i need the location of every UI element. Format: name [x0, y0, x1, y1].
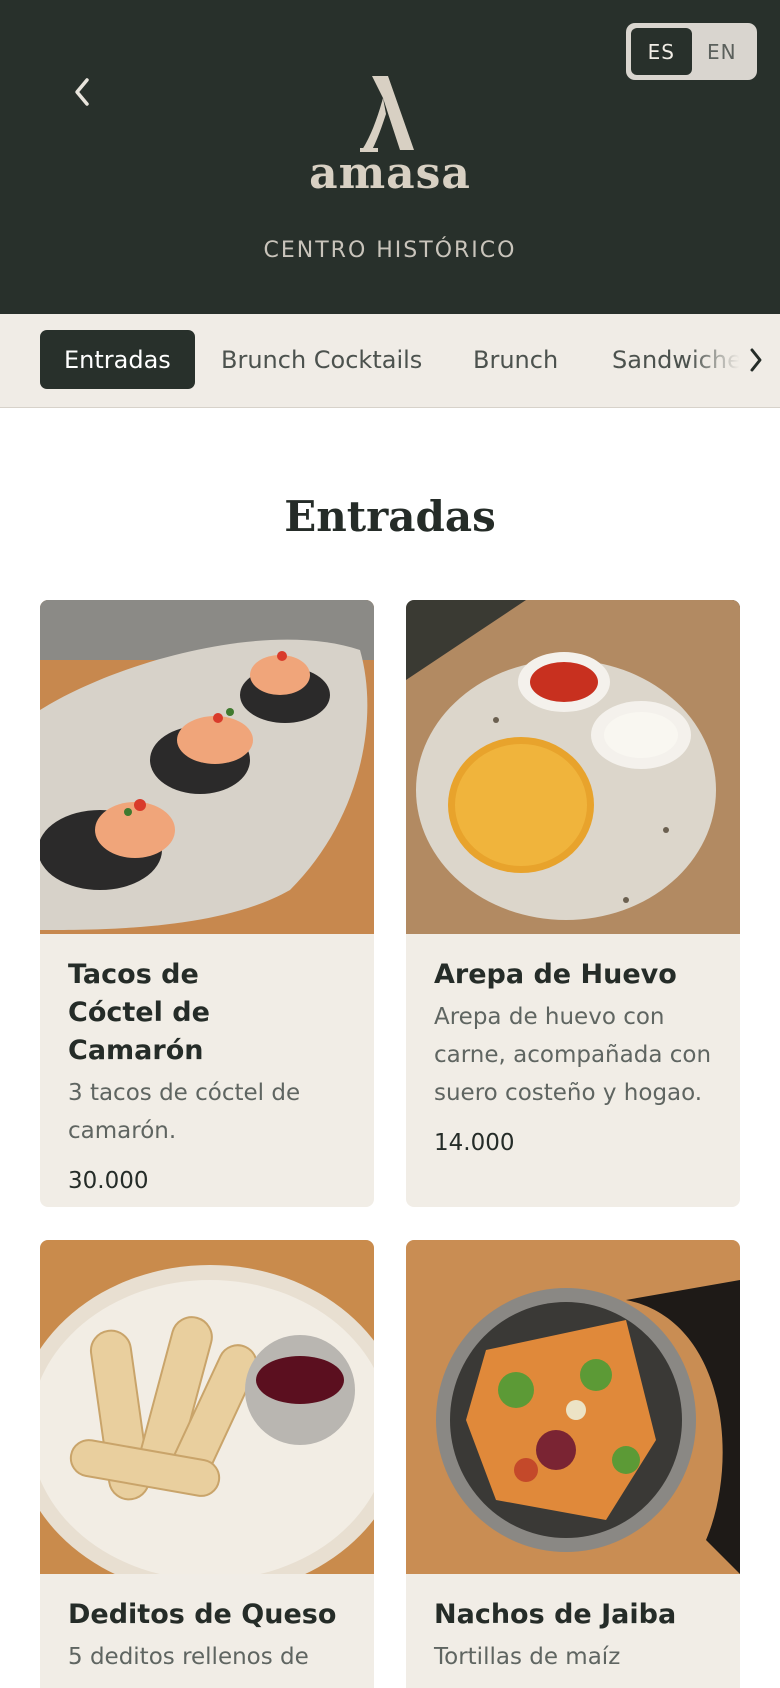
menu-item-card[interactable]: Nachos de Jaiba Tortillas de maíz	[406, 1240, 740, 1688]
dish-price: 14.000	[434, 1130, 515, 1156]
header: ES EN amasa CENTRO HISTÓRICO	[0, 0, 780, 314]
brand-name: amasa	[309, 148, 471, 199]
back-button[interactable]	[66, 72, 98, 112]
dish-description: Arepa de huevo con carne, acompañada con…	[434, 1004, 712, 1106]
language-switcher: ES EN	[626, 23, 757, 80]
chevron-right-icon	[750, 348, 762, 372]
dish-name: Deditos de Queso	[68, 1599, 337, 1630]
category-tabs: Entradas Brunch Cocktails Brunch Sandwic…	[0, 314, 780, 408]
menu-item-card[interactable]: Tacos de Cóctel de Camarón 3 tacos de có…	[40, 600, 374, 1207]
chevron-left-icon	[75, 78, 89, 106]
dish-name: Arepa de Huevo	[434, 959, 677, 990]
brand-logo-mark	[360, 76, 414, 152]
tab-brunch-cocktails[interactable]: Brunch Cocktails	[221, 330, 422, 389]
location-subtitle: CENTRO HISTÓRICO	[263, 238, 517, 263]
language-es-button[interactable]: ES	[631, 28, 692, 75]
dish-photo	[406, 600, 740, 934]
section-title: Entradas	[284, 492, 496, 541]
dish-name: Nachos de Jaiba	[434, 1599, 677, 1630]
tab-brunch[interactable]: Brunch	[473, 330, 558, 389]
tabs-next-button[interactable]	[738, 338, 774, 382]
dish-description: Tortillas de maíz	[434, 1644, 621, 1670]
dish-photo	[406, 1240, 740, 1574]
dish-name: Tacos de Cóctel de Camarón	[68, 959, 210, 1066]
dish-price: 30.000	[68, 1168, 149, 1194]
dish-description: 5 deditos rellenos de	[68, 1644, 309, 1670]
tab-entradas[interactable]: Entradas	[40, 330, 195, 389]
dish-description: 3 tacos de cóctel de camarón.	[68, 1080, 301, 1144]
menu-item-card[interactable]: Arepa de Huevo Arepa de huevo con carne,…	[406, 600, 740, 1207]
dish-photo	[40, 1240, 374, 1574]
menu-item-card[interactable]: Deditos de Queso 5 deditos rellenos de	[40, 1240, 374, 1688]
dish-photo	[40, 600, 374, 934]
language-en-button[interactable]: EN	[692, 28, 753, 75]
